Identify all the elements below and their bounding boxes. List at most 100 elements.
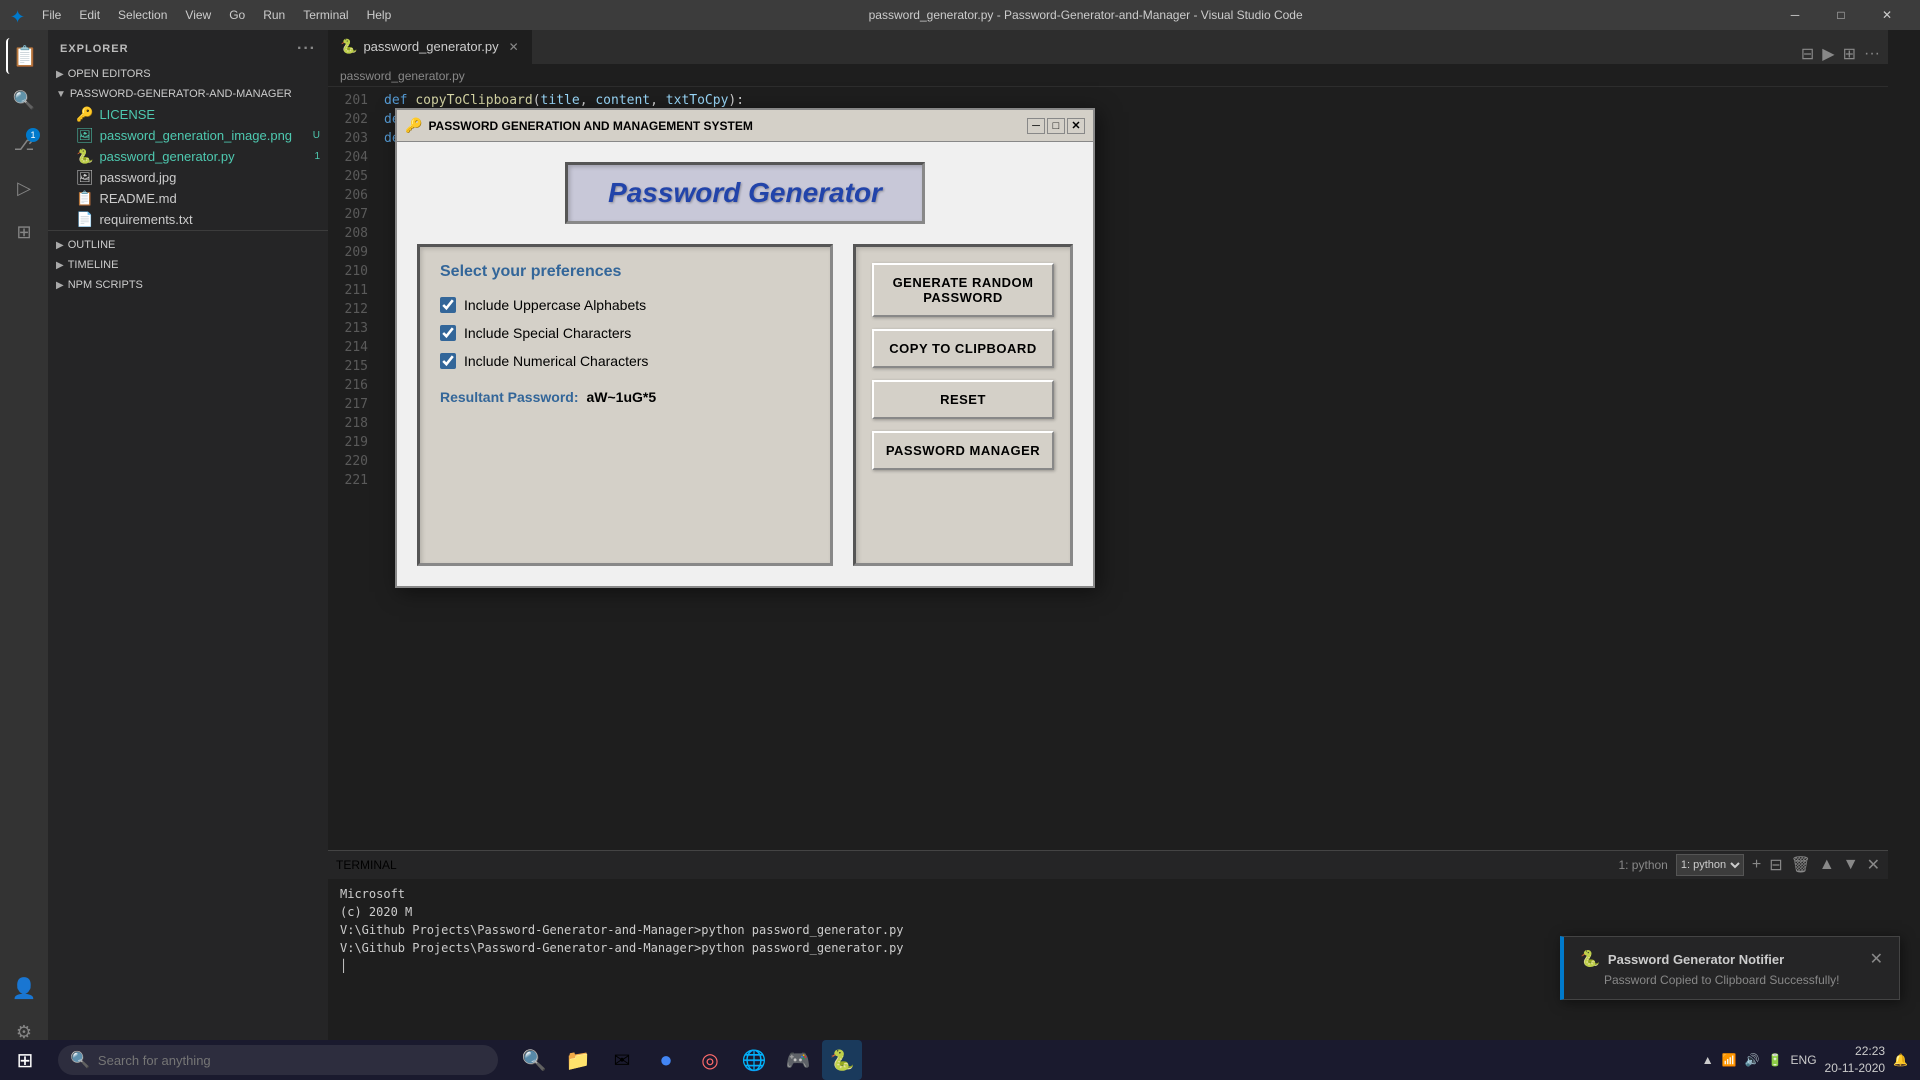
file-icon: 🐍: [76, 148, 93, 165]
modal-close-button[interactable]: ✕: [1067, 118, 1085, 134]
tab-label: password_generator.py: [363, 39, 498, 54]
taskbar-search-container[interactable]: 🔍: [58, 1045, 498, 1075]
file-icon: 🔑: [76, 106, 93, 123]
breadcrumb: password_generator.py: [328, 65, 1888, 87]
activity-bar: 📋 🔍 ⎇ 1 ▷ ⊞ 👤 ⚙: [0, 30, 48, 1050]
menu-file[interactable]: File: [34, 6, 69, 24]
notification-python-icon: 🐍: [1580, 949, 1600, 969]
file-license[interactable]: 🔑 LICENSE: [48, 104, 328, 125]
taskbar-notification-icon[interactable]: 🔔: [1893, 1053, 1908, 1067]
file-png[interactable]: 🖼 password_generation_image.png U: [48, 125, 328, 146]
menu-help[interactable]: Help: [359, 6, 400, 24]
search-activity-icon[interactable]: 🔍: [6, 82, 42, 118]
timeline-arrow-icon: ▶: [56, 260, 64, 271]
menu-view[interactable]: View: [177, 6, 219, 24]
taskbar-mail[interactable]: ✉: [602, 1040, 642, 1080]
taskbar-clock[interactable]: 22:23 20-11-2020: [1825, 1043, 1886, 1077]
clock-time: 22:23: [1825, 1043, 1886, 1060]
file-jpg[interactable]: 🖼 password.jpg: [48, 167, 328, 188]
menu-run[interactable]: Run: [255, 6, 293, 24]
tab-close-icon[interactable]: ✕: [509, 40, 519, 54]
open-editors-section[interactable]: ▶ OPEN EDITORS: [48, 64, 328, 84]
taskbar-volume-icon[interactable]: 🔊: [1745, 1053, 1760, 1067]
taskbar-lang[interactable]: ENG: [1791, 1053, 1817, 1067]
file-icon: 📄: [76, 211, 93, 228]
start-button[interactable]: ⊞: [0, 1040, 50, 1080]
copy-clipboard-button[interactable]: COPY TO CLIPBOARD: [872, 329, 1054, 368]
overflow-icon[interactable]: ···: [1864, 45, 1880, 63]
generate-button[interactable]: GENERATE RANDOM PASSWORD: [872, 263, 1054, 317]
terminal-tab[interactable]: TERMINAL: [336, 858, 397, 872]
extensions-activity-icon[interactable]: ⊞: [6, 214, 42, 250]
minimize-button[interactable]: ─: [1772, 0, 1818, 30]
explorer-activity-icon[interactable]: 📋: [6, 38, 42, 74]
trash-terminal-icon[interactable]: 🗑: [1791, 855, 1811, 875]
file-name: README.md: [99, 191, 176, 206]
taskbar-cortana[interactable]: 🔍: [514, 1040, 554, 1080]
modal-maximize-button[interactable]: □: [1047, 118, 1065, 134]
special-chars-checkbox[interactable]: [440, 325, 456, 341]
password-manager-button[interactable]: PASSWORD MANAGER: [872, 431, 1054, 470]
maximize-button[interactable]: □: [1818, 0, 1864, 30]
split-editor-icon[interactable]: ⊟: [1801, 44, 1814, 64]
menu-selection[interactable]: Selection: [110, 6, 175, 24]
close-button[interactable]: ✕: [1864, 0, 1910, 30]
taskbar-app3[interactable]: 🎮: [778, 1040, 818, 1080]
more-options-icon[interactable]: ⊞: [1843, 44, 1856, 64]
outline-label: OUTLINE: [68, 239, 116, 251]
file-icon: 📋: [76, 190, 93, 207]
sidebar: EXPLORER ··· ▶ OPEN EDITORS ▼ PASSWORD-G…: [48, 30, 328, 1050]
file-name: LICENSE: [99, 107, 155, 122]
taskbar-search-input[interactable]: [98, 1053, 486, 1068]
play-icon[interactable]: ▶: [1822, 44, 1834, 64]
close-terminal-icon[interactable]: ✕: [1867, 855, 1880, 875]
numerical-checkbox-row: Include Numerical Characters: [440, 353, 810, 369]
taskbar-up-arrow-icon[interactable]: ▲: [1702, 1053, 1714, 1067]
taskbar-chrome[interactable]: ●: [646, 1040, 686, 1080]
taskbar-files[interactable]: 📁: [558, 1040, 598, 1080]
source-control-activity-icon[interactable]: ⎇ 1: [6, 126, 42, 162]
modal-title-text: PASSWORD GENERATION AND MANAGEMENT SYSTE…: [428, 119, 752, 133]
tab-icon: 🐍: [340, 38, 357, 55]
file-py[interactable]: 🐍 password_generator.py 1: [48, 146, 328, 167]
outline-section[interactable]: ▶ OUTLINE: [48, 235, 328, 255]
python-version-select[interactable]: 1: python: [1676, 854, 1744, 876]
add-terminal-icon[interactable]: +: [1752, 856, 1761, 874]
modal-columns: Select your preferences Include Uppercas…: [417, 244, 1073, 566]
notification-body: Password Copied to Clipboard Successfull…: [1580, 973, 1883, 987]
menu-terminal[interactable]: Terminal: [295, 6, 356, 24]
sidebar-menu-icon[interactable]: ···: [297, 40, 316, 58]
taskbar-edge[interactable]: 🌐: [734, 1040, 774, 1080]
account-activity-icon[interactable]: 👤: [6, 970, 42, 1006]
timeline-label: TIMELINE: [68, 259, 119, 271]
file-name: password.jpg: [100, 170, 177, 185]
taskbar-battery-icon[interactable]: 🔋: [1768, 1053, 1783, 1067]
split-terminal-icon[interactable]: ⊟: [1769, 855, 1782, 875]
special-chars-checkbox-row: Include Special Characters: [440, 325, 810, 341]
taskbar-python-app[interactable]: 🐍: [822, 1040, 862, 1080]
notification-close-button[interactable]: ✕: [1870, 949, 1883, 969]
file-modified-badge: U: [313, 130, 320, 141]
numerical-checkbox[interactable]: [440, 353, 456, 369]
uppercase-checkbox-row: Include Uppercase Alphabets: [440, 297, 810, 313]
modal-minimize-button[interactable]: ─: [1027, 118, 1045, 134]
chevron-down-icon[interactable]: ▼: [1843, 856, 1859, 874]
password-generator-title: Password Generator: [608, 177, 882, 209]
chevron-up-icon[interactable]: ▲: [1819, 856, 1835, 874]
breadcrumb-file[interactable]: password_generator.py: [340, 69, 465, 83]
file-modified-count: 1: [314, 151, 320, 162]
reset-button[interactable]: RESET: [872, 380, 1054, 419]
active-tab[interactable]: 🐍 password_generator.py ✕: [328, 29, 532, 64]
taskbar-app2[interactable]: ◎: [690, 1040, 730, 1080]
taskbar-network-icon[interactable]: 📶: [1722, 1053, 1737, 1067]
file-readme[interactable]: 📋 README.md: [48, 188, 328, 209]
taskbar-apps: 🔍 📁 ✉ ● ◎ 🌐 🎮 🐍: [514, 1040, 862, 1080]
file-requirements[interactable]: 📄 requirements.txt: [48, 209, 328, 230]
menu-go[interactable]: Go: [221, 6, 253, 24]
run-activity-icon[interactable]: ▷: [6, 170, 42, 206]
menu-edit[interactable]: Edit: [71, 6, 108, 24]
project-section[interactable]: ▼ PASSWORD-GENERATOR-AND-MANAGER: [48, 84, 328, 104]
npm-section[interactable]: ▶ NPM SCRIPTS: [48, 275, 328, 295]
timeline-section[interactable]: ▶ TIMELINE: [48, 255, 328, 275]
uppercase-checkbox[interactable]: [440, 297, 456, 313]
